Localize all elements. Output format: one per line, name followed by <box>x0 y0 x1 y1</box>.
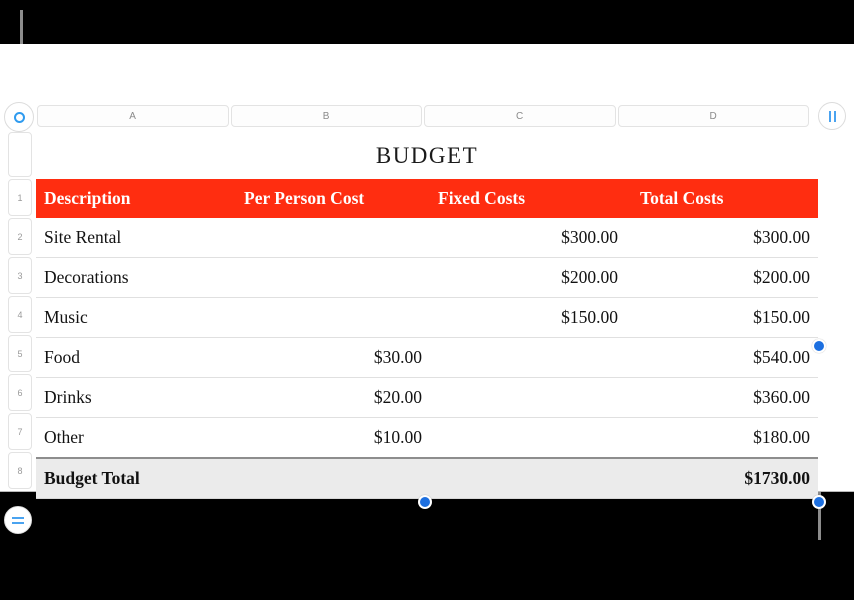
add-row-icon-bar-bottom <box>12 521 24 524</box>
cell-fixed[interactable]: $200.00 <box>430 257 626 298</box>
cell-per-person[interactable]: $10.00 <box>234 417 430 459</box>
cell-per-person[interactable] <box>234 257 430 298</box>
column-letter-a[interactable]: A <box>37 105 229 127</box>
cell-fixed[interactable] <box>430 377 626 418</box>
row-gutter-8[interactable]: 8 <box>8 452 32 489</box>
cell-fixed[interactable] <box>430 417 626 459</box>
table-row[interactable]: Other $10.00 $180.00 <box>36 417 818 459</box>
resize-handle-right[interactable] <box>812 339 826 353</box>
title-row: BUDGET <box>36 132 818 179</box>
table-row[interactable]: Drinks $20.00 $360.00 <box>36 377 818 418</box>
row-gutter-3[interactable]: 3 <box>8 257 32 294</box>
cell-total[interactable]: $180.00 <box>626 417 818 459</box>
add-column-icon-bar-right <box>833 110 836 122</box>
cell-fixed[interactable]: $300.00 <box>430 218 626 258</box>
table-body: Site Rental $300.00 $300.00 Decorations … <box>36 218 818 499</box>
cell-description[interactable]: Drinks <box>36 377 234 418</box>
add-column-button[interactable] <box>818 102 846 130</box>
add-row-icon-bar-top <box>12 516 24 519</box>
spreadsheet-screen: BUDGET Description Per Person Cost Fixed… <box>0 0 854 600</box>
table-row[interactable]: Site Rental $300.00 $300.00 <box>36 218 818 258</box>
column-header-total-costs[interactable]: Total Costs <box>626 179 818 218</box>
table-row-total[interactable]: Budget Total $1730.00 <box>36 457 818 499</box>
column-header-strip: A B C D <box>37 105 809 127</box>
table-select-button[interactable] <box>4 102 34 132</box>
column-letter-c[interactable]: C <box>424 105 616 127</box>
cell-total[interactable]: $200.00 <box>626 257 818 298</box>
column-header-description[interactable]: Description <box>36 179 234 218</box>
row-gutter-2[interactable]: 2 <box>8 218 32 255</box>
row-gutter-4[interactable]: 4 <box>8 296 32 333</box>
cell-total-amount[interactable]: $1730.00 <box>626 457 818 499</box>
page-title: BUDGET <box>375 142 479 168</box>
cell-per-person[interactable] <box>234 218 430 258</box>
table-row[interactable]: Decorations $200.00 $200.00 <box>36 257 818 298</box>
row-gutter-1[interactable]: 1 <box>8 179 32 216</box>
cell-fixed[interactable] <box>430 337 626 378</box>
add-column-icon-bar-left <box>828 110 831 122</box>
cell-description[interactable]: Decorations <box>36 257 234 298</box>
cell-description[interactable]: Food <box>36 337 234 378</box>
table-row[interactable]: Food $30.00 $540.00 <box>36 337 818 378</box>
row-gutter-5[interactable]: 5 <box>8 335 32 372</box>
cell-description[interactable]: Site Rental <box>36 218 234 258</box>
row-gutter-7[interactable]: 7 <box>8 413 32 450</box>
cell-description[interactable]: Music <box>36 297 234 338</box>
resize-handle-bottom[interactable] <box>418 495 432 509</box>
table-row[interactable]: Music $150.00 $150.00 <box>36 297 818 338</box>
budget-table[interactable]: Description Per Person Cost Fixed Costs … <box>36 179 818 499</box>
cell-per-person[interactable]: $30.00 <box>234 337 430 378</box>
cell-per-person[interactable]: $20.00 <box>234 377 430 418</box>
table-select-ring-icon <box>13 111 25 123</box>
cell-fixed[interactable]: $150.00 <box>430 297 626 338</box>
row-gutter-title[interactable] <box>8 132 32 177</box>
sheet-area: BUDGET Description Per Person Cost Fixed… <box>36 132 818 499</box>
document-canvas: BUDGET Description Per Person Cost Fixed… <box>0 44 854 534</box>
column-header-per-person-cost[interactable]: Per Person Cost <box>234 179 430 218</box>
table-header-row: Description Per Person Cost Fixed Costs … <box>36 179 818 218</box>
row-number-gutter: 1 2 3 4 5 6 7 8 <box>8 132 32 491</box>
cell-total[interactable]: $150.00 <box>626 297 818 338</box>
cell-total[interactable]: $540.00 <box>626 337 818 378</box>
cell-total-label[interactable]: Budget Total <box>36 457 234 499</box>
column-letter-b[interactable]: B <box>230 105 422 127</box>
column-header-fixed-costs[interactable]: Fixed Costs <box>430 179 626 218</box>
cell-total-per-person[interactable] <box>234 457 430 499</box>
cell-total[interactable]: $300.00 <box>626 218 818 258</box>
cell-description[interactable]: Other <box>36 417 234 459</box>
column-letter-d[interactable]: D <box>617 105 809 127</box>
cell-per-person[interactable] <box>234 297 430 338</box>
resize-handle-corner[interactable] <box>812 495 826 509</box>
add-row-button[interactable] <box>4 506 32 534</box>
row-gutter-6[interactable]: 6 <box>8 374 32 411</box>
cell-total[interactable]: $360.00 <box>626 377 818 418</box>
cell-total-fixed[interactable] <box>430 457 626 499</box>
